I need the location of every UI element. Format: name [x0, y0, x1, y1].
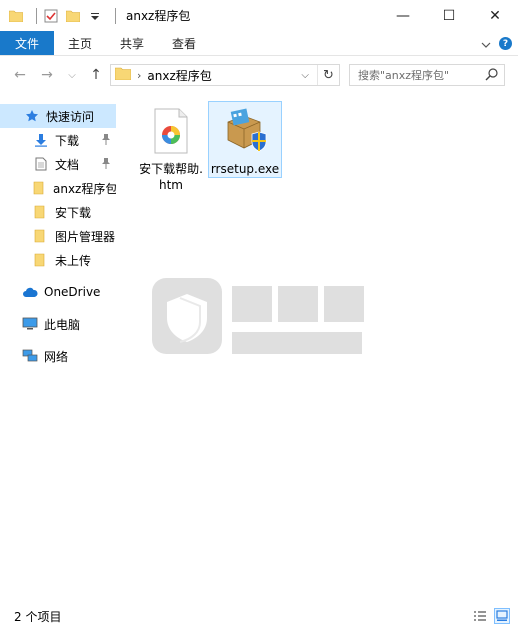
help-icon[interactable]: ?: [499, 37, 512, 50]
sidebar-item-this-pc[interactable]: 此电脑: [0, 312, 116, 336]
tab-file[interactable]: 文件: [0, 31, 55, 55]
file-name: 安下载帮助.htm: [139, 162, 203, 192]
address-bar[interactable]: › anxz程序包 ⌵ ↻: [110, 64, 340, 86]
view-switcher: [472, 608, 510, 624]
sidebar-item-label: 快速访问: [46, 109, 95, 124]
toolbar-separator: [115, 7, 116, 24]
document-icon: [33, 156, 49, 172]
sidebar-item-downloads[interactable]: 下载: [0, 128, 116, 152]
window-title: anxz程序包: [126, 9, 191, 23]
file-name: rrsetup.exe: [210, 162, 280, 176]
ribbon-tabs: 文件 主页 共享 查看 ?: [0, 31, 518, 56]
sidebar-item-quick-access[interactable]: 快速访问: [0, 104, 116, 128]
ribbon-right-controls: ?: [481, 31, 512, 56]
properties-icon[interactable]: [43, 8, 59, 24]
close-button[interactable]: ✕: [472, 0, 518, 31]
sidebar-item-label: anxz程序包: [53, 181, 116, 196]
maximize-button[interactable]: ☐: [426, 0, 472, 31]
search-icon[interactable]: [485, 68, 498, 84]
sidebar-item-label: 文档: [55, 157, 80, 172]
sidebar-item-label: OneDrive: [44, 285, 101, 299]
installer-icon: [222, 108, 268, 157]
file-item-htm[interactable]: 安下载帮助.htm: [134, 102, 208, 193]
sidebar-item-network[interactable]: 网络: [0, 344, 116, 368]
sidebar-item-label: 安下载: [55, 205, 92, 220]
htm-file-icon: [151, 108, 191, 157]
expand-ribbon-icon[interactable]: [481, 37, 491, 51]
customize-toolbar-icon[interactable]: [87, 8, 103, 24]
sidebar-item-label: 此电脑: [44, 317, 81, 332]
forward-button[interactable]: →: [37, 65, 57, 85]
minimize-button[interactable]: —: [380, 0, 426, 31]
sidebar-item-not-uploaded[interactable]: 未上传: [0, 248, 116, 272]
network-icon: [22, 348, 38, 364]
breadcrumb-chevron-icon[interactable]: ›: [137, 69, 141, 82]
sidebar-item-onedrive[interactable]: OneDrive: [0, 280, 116, 304]
sidebar-item-image-manager[interactable]: 图片管理器: [0, 224, 116, 248]
tab-share[interactable]: 共享: [106, 31, 158, 55]
sidebar-item-label: 网络: [44, 349, 69, 364]
search-input[interactable]: [358, 68, 482, 82]
tab-home[interactable]: 主页: [54, 31, 106, 55]
refresh-button[interactable]: ↻: [317, 65, 339, 85]
file-item-exe[interactable]: rrsetup.exe: [208, 101, 282, 178]
search-box[interactable]: [349, 64, 505, 86]
computer-icon: [22, 316, 38, 332]
folder-icon: [33, 180, 47, 196]
address-path[interactable]: anxz程序包: [147, 67, 211, 84]
folder-icon: [33, 252, 49, 268]
new-folder-icon[interactable]: [65, 8, 81, 24]
sidebar-item-anxiazai[interactable]: 安下载: [0, 200, 116, 224]
item-count: 2 个项目: [14, 609, 62, 624]
folder-icon: [114, 67, 132, 83]
window-controls: — ☐ ✕: [380, 0, 518, 31]
large-icons-view-icon[interactable]: [494, 608, 510, 624]
status-bar: 2 个项目: [0, 604, 518, 628]
pin-icon[interactable]: [101, 157, 111, 172]
navigation-bar: ← → ⌵ ↑ › anxz程序包 ⌵ ↻: [0, 56, 518, 94]
tab-view[interactable]: 查看: [158, 31, 210, 55]
sidebar-item-anxz-package[interactable]: anxz程序包: [0, 176, 116, 200]
back-button[interactable]: ←: [10, 65, 30, 85]
star-icon: [24, 108, 40, 124]
up-button[interactable]: ↑: [86, 65, 106, 85]
download-icon: [33, 132, 49, 148]
address-dropdown-icon[interactable]: ⌵: [301, 65, 309, 85]
sidebar-item-label: 图片管理器: [55, 229, 116, 244]
sidebar-item-label: 未上传: [55, 253, 92, 268]
cloud-icon: [22, 284, 38, 300]
toolbar-separator: [36, 7, 37, 24]
folder-icon: [8, 8, 24, 24]
folder-icon: [33, 204, 49, 220]
sidebar-item-documents[interactable]: 文档: [0, 152, 116, 176]
file-list: 安下载帮助.htm rrsetup.exe: [116, 94, 518, 604]
recent-locations-button[interactable]: ⌵: [62, 65, 82, 85]
watermark-logo-icon: [152, 278, 364, 354]
quick-access-toolbar: [0, 0, 122, 31]
sidebar-item-label: 下载: [55, 133, 80, 148]
details-view-icon[interactable]: [472, 608, 488, 624]
folder-icon: [33, 228, 49, 244]
navigation-pane: 快速访问 下载 文档 anxz程序包 安下载 图片管理器 未上传 OneDriv…: [0, 94, 116, 604]
pin-icon[interactable]: [101, 133, 111, 148]
title-bar: anxz程序包 — ☐ ✕: [0, 0, 518, 31]
